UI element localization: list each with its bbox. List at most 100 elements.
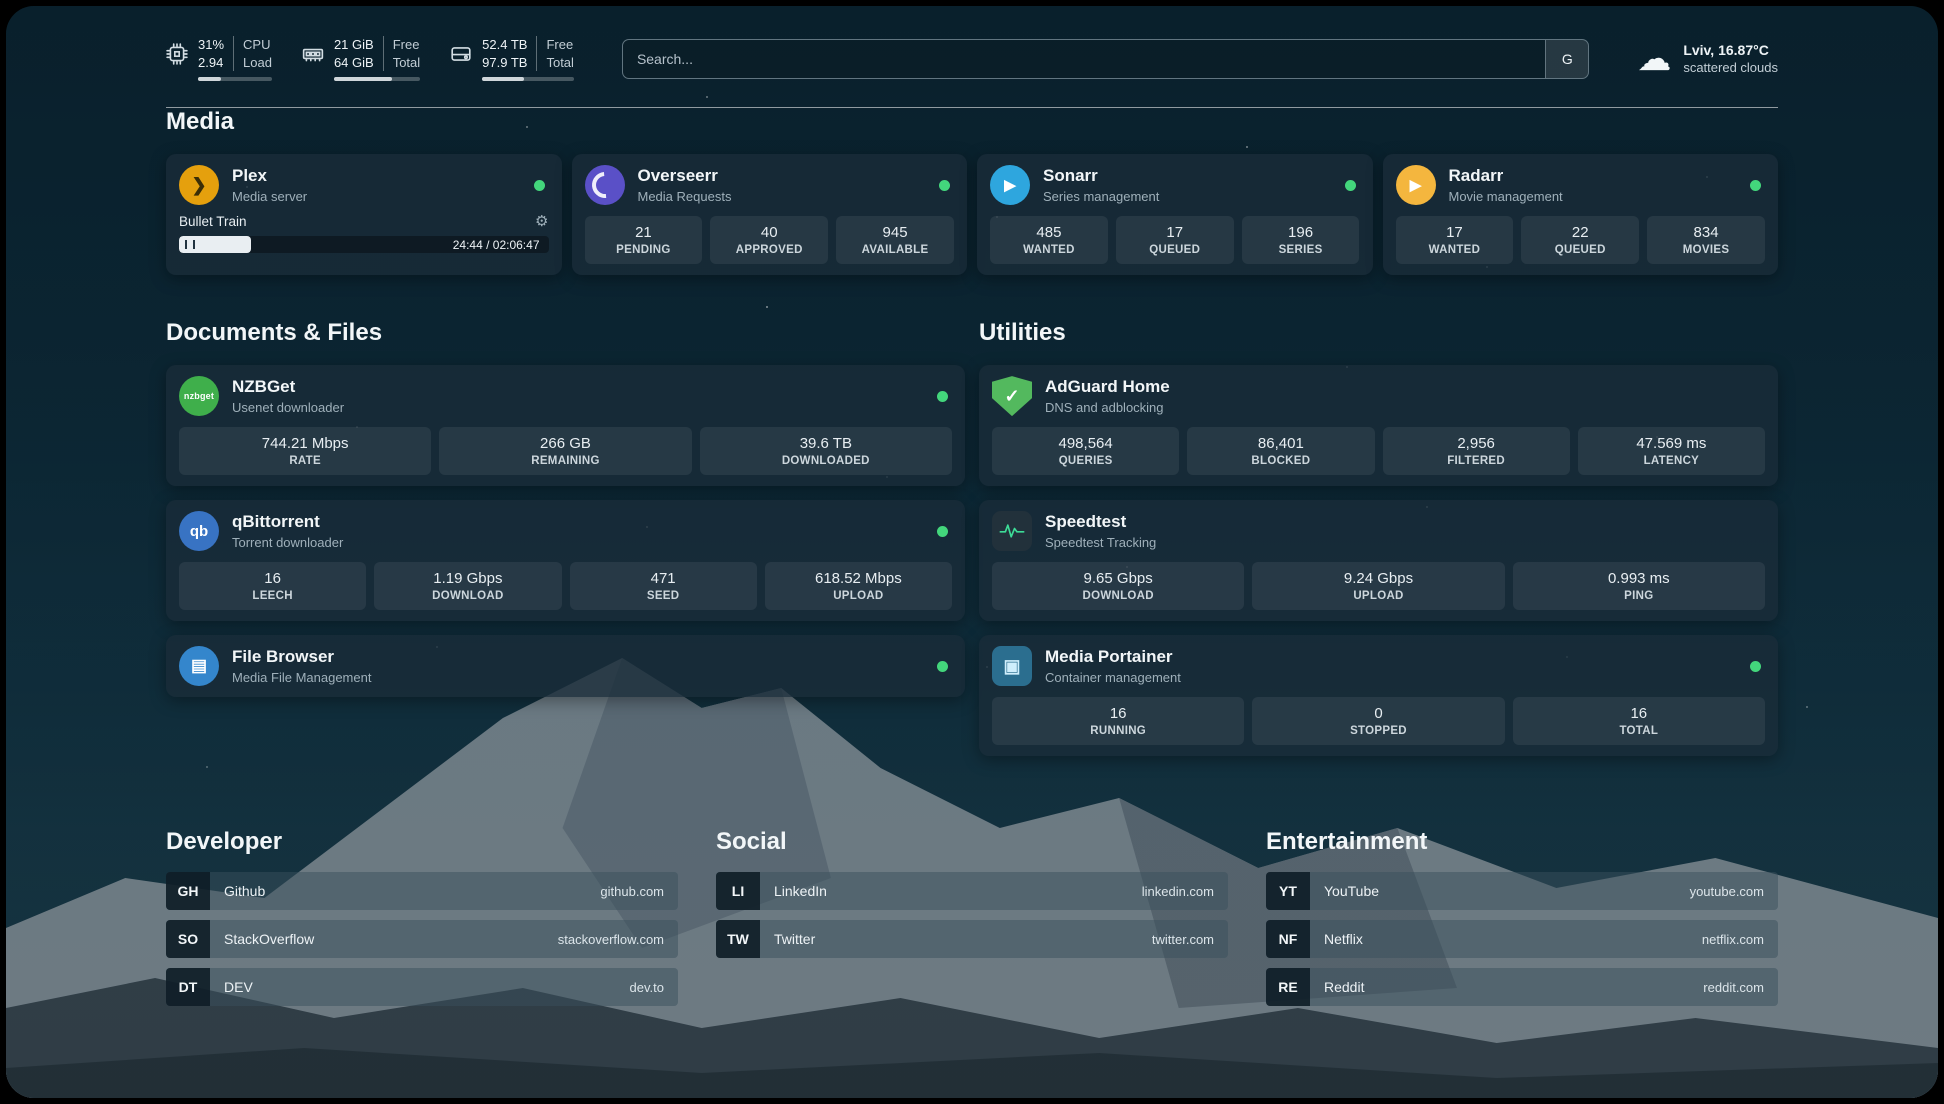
bookmark-youtube[interactable]: YT YouTube youtube.com <box>1266 872 1778 910</box>
service-title: NZBGet <box>232 377 344 397</box>
bookmark-abbr: NF <box>1266 920 1310 958</box>
playback-progressbar[interactable]: 24:44 / 02:06:47 <box>179 236 549 253</box>
bookmark-group-developer: Developer GH Github github.com SO StackO… <box>166 828 678 1016</box>
bookmark-url: netflix.com <box>1702 932 1764 947</box>
speedtest-card[interactable]: Speedtest Speedtest Tracking 9.65 GbpsDO… <box>979 500 1778 621</box>
stat-box: 266 GBREMAINING <box>439 427 691 475</box>
media-grid: ❯ Plex Media server Bullet Train ⚙ 24:44… <box>166 154 1778 275</box>
stat-box: 16TOTAL <box>1513 697 1765 745</box>
system-stats: 31% 2.94 CPU Load <box>166 36 574 81</box>
cpu-label-bottom: Load <box>243 54 272 72</box>
weather-condition: scattered clouds <box>1683 60 1778 75</box>
cpu-load: 2.94 <box>198 54 224 72</box>
stat-label: BLOCKED <box>1191 455 1370 467</box>
stat-label: DOWNLOADED <box>704 455 948 467</box>
stat-label: FILTERED <box>1387 455 1566 467</box>
stat-box: 945AVAILABLE <box>836 216 954 264</box>
stat-label: DOWNLOAD <box>378 590 557 602</box>
bookmark-abbr: LI <box>716 872 760 910</box>
status-dot <box>937 391 948 402</box>
stat-value: 485 <box>994 224 1104 241</box>
stat-label: UPLOAD <box>1256 590 1500 602</box>
bookmark-url: reddit.com <box>1703 980 1764 995</box>
stat-value: 86,401 <box>1191 435 1370 452</box>
bookmark-url: twitter.com <box>1152 932 1214 947</box>
bookmark-twitter[interactable]: TW Twitter twitter.com <box>716 920 1228 958</box>
bookmark-dev[interactable]: DT DEV dev.to <box>166 968 678 1006</box>
service-title: Radarr <box>1449 166 1563 186</box>
adguard-icon: ✓ <box>992 376 1032 416</box>
bookmark-github[interactable]: GH Github github.com <box>166 872 678 910</box>
now-playing-title: Bullet Train <box>179 214 247 229</box>
stat-value: 17 <box>1400 224 1510 241</box>
bookmark-reddit[interactable]: RE Reddit reddit.com <box>1266 968 1778 1006</box>
stat-box: 39.6 TBDOWNLOADED <box>700 427 952 475</box>
service-title: qBittorrent <box>232 512 343 532</box>
service-subtitle: DNS and adblocking <box>1045 400 1170 415</box>
status-dot <box>1345 180 1356 191</box>
stat-box: 0STOPPED <box>1252 697 1504 745</box>
disk-label-top: Free <box>546 36 573 54</box>
stat-label: QUEUED <box>1525 244 1635 256</box>
dashboard-screen: 31% 2.94 CPU Load <box>6 6 1938 1098</box>
sonarr-card[interactable]: ▶ Sonarr Series management 485WANTED 17Q… <box>977 154 1373 275</box>
speedtest-icon <box>992 511 1032 551</box>
disk-total: 97.9 TB <box>482 54 527 72</box>
adguard-card[interactable]: ✓ AdGuard Home DNS and adblocking 498,56… <box>979 365 1778 486</box>
stat-value: 47.569 ms <box>1582 435 1761 452</box>
stat-label: SEED <box>574 590 753 602</box>
status-dot <box>937 661 948 672</box>
service-title: Overseerr <box>638 166 732 186</box>
status-dot <box>534 180 545 191</box>
stat-label: MOVIES <box>1651 244 1761 256</box>
section-title-utilities: Utilities <box>979 319 1778 347</box>
bookmark-linkedin[interactable]: LI LinkedIn linkedin.com <box>716 872 1228 910</box>
bookmark-stackoverflow[interactable]: SO StackOverflow stackoverflow.com <box>166 920 678 958</box>
search-bar[interactable]: G <box>622 39 1589 79</box>
ram-icon <box>302 43 324 65</box>
filebrowser-card[interactable]: ▤ File Browser Media File Management <box>166 635 965 697</box>
bookmark-group-social: Social LI LinkedIn linkedin.com TW Twitt… <box>716 828 1228 1016</box>
cloud-icon: ☁ <box>1637 42 1671 76</box>
weather-location: Lviv, 16.87°C <box>1683 42 1778 58</box>
stat-box: 618.52 MbpsUPLOAD <box>765 562 952 610</box>
status-dot <box>939 180 950 191</box>
service-title: AdGuard Home <box>1045 377 1170 397</box>
stat-label: WANTED <box>1400 244 1510 256</box>
plex-card[interactable]: ❯ Plex Media server Bullet Train ⚙ 24:44… <box>166 154 562 275</box>
search-provider-button[interactable]: G <box>1545 40 1588 78</box>
stat-value: 40 <box>714 224 824 241</box>
stat-label: SERIES <box>1246 244 1356 256</box>
overseerr-card[interactable]: Overseerr Media Requests 21PENDING 40APP… <box>572 154 968 275</box>
stat-box: 47.569 msLATENCY <box>1578 427 1765 475</box>
ram-label-bottom: Total <box>393 54 420 72</box>
ram-free: 21 GiB <box>334 36 374 54</box>
cpu-progressbar <box>198 77 272 81</box>
portainer-card[interactable]: ▣ Media Portainer Container management 1… <box>979 635 1778 756</box>
radarr-card[interactable]: ▶ Radarr Movie management 17WANTED 22QUE… <box>1383 154 1779 275</box>
stat-box: 86,401 BLOCKED <box>1187 427 1374 475</box>
nzbget-icon: nzbget <box>179 376 219 416</box>
stat-value: 0 <box>1256 705 1500 722</box>
search-input[interactable] <box>623 40 1545 78</box>
stat-box: 196SERIES <box>1242 216 1360 264</box>
stat-box: 744.21 MbpsRATE <box>179 427 431 475</box>
stat-label: QUEUED <box>1120 244 1230 256</box>
bookmark-netflix[interactable]: NF Netflix netflix.com <box>1266 920 1778 958</box>
section-title-social: Social <box>716 828 1228 856</box>
qbittorrent-card[interactable]: qb qBittorrent Torrent downloader 16LEEC… <box>166 500 965 621</box>
stat-box: 471 SEED <box>570 562 757 610</box>
radarr-icon: ▶ <box>1396 165 1436 205</box>
stat-label: WANTED <box>994 244 1104 256</box>
stat-label: PENDING <box>589 244 699 256</box>
section-title-entertainment: Entertainment <box>1266 828 1778 856</box>
nzbget-card[interactable]: nzbget NZBGet Usenet downloader 744.21 M… <box>166 365 965 486</box>
pause-icon[interactable] <box>185 240 195 249</box>
stat-box: 0.993 msPING <box>1513 562 1765 610</box>
stat-value: 471 <box>574 570 753 587</box>
stat-value: 16 <box>996 705 1240 722</box>
service-subtitle: Media Requests <box>638 189 732 204</box>
settings-icon[interactable]: ⚙ <box>535 214 548 229</box>
stat-label: AVAILABLE <box>840 244 950 256</box>
filebrowser-icon: ▤ <box>179 646 219 686</box>
